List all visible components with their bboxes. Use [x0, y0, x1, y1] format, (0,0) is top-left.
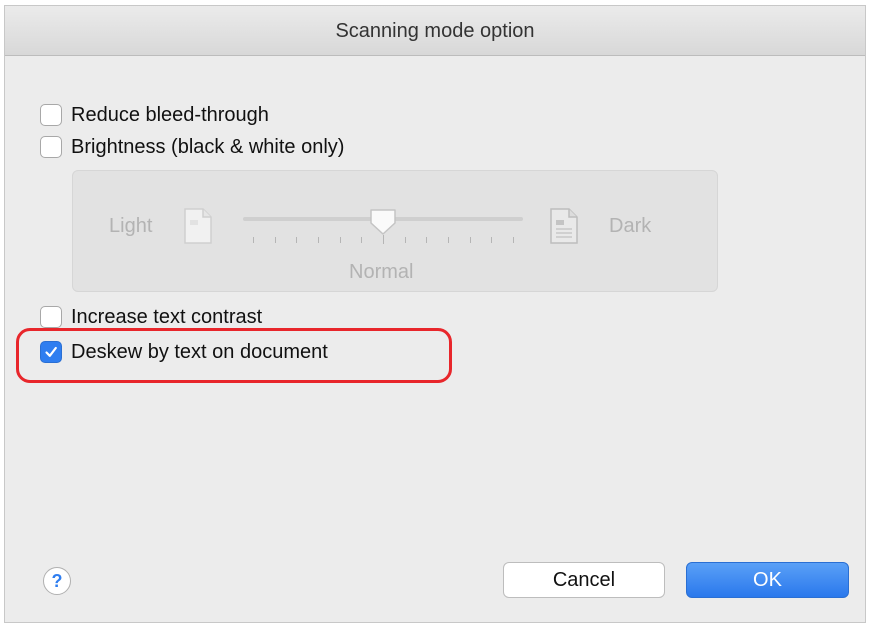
increase-text-contrast-label: Increase text contrast [71, 305, 263, 328]
slider-dark-label: Dark [609, 215, 652, 237]
brightness-label: Brightness (black & white only) [71, 135, 345, 158]
slider-tick [339, 237, 341, 243]
slider-tick [318, 237, 319, 243]
brightness-option[interactable]: Brightness (black & white only) [40, 133, 344, 161]
brightness-panel: Light Dark Normal [72, 170, 718, 292]
slider-tick [448, 237, 449, 243]
brightness-checkbox[interactable] [40, 136, 62, 158]
cancel-button[interactable]: Cancel [503, 562, 665, 598]
brightness-slider-thumb[interactable] [368, 207, 398, 237]
help-button[interactable]: ? [43, 567, 71, 595]
ok-button[interactable]: OK [686, 562, 849, 598]
slider-tick [469, 237, 471, 243]
slider-tick [361, 237, 363, 243]
slider-tick [383, 235, 384, 244]
slider-tick [296, 237, 298, 243]
reduce-bleed-through-option[interactable]: Reduce bleed-through [40, 101, 269, 129]
slider-light-label: Light [109, 215, 153, 237]
slider-tick [513, 237, 514, 243]
increase-text-contrast-option[interactable]: Increase text contrast [40, 303, 262, 331]
increase-text-contrast-checkbox[interactable] [40, 306, 62, 328]
light-document-icon [184, 208, 212, 244]
dark-document-icon [550, 208, 578, 244]
reduce-bleed-through-checkbox[interactable] [40, 104, 62, 126]
slider-normal-label: Normal [349, 261, 414, 283]
slider-tick [274, 237, 276, 243]
reduce-bleed-through-label: Reduce bleed-through [71, 103, 269, 126]
slider-tick [426, 237, 428, 243]
slider-tick [491, 237, 493, 243]
slider-tick [404, 237, 406, 243]
window-title: Scanning mode option [5, 6, 865, 56]
dialog-window: Scanning mode option Reduce bleed-throug… [4, 5, 866, 623]
slider-tick [253, 237, 254, 243]
highlight-annotation [16, 328, 452, 383]
